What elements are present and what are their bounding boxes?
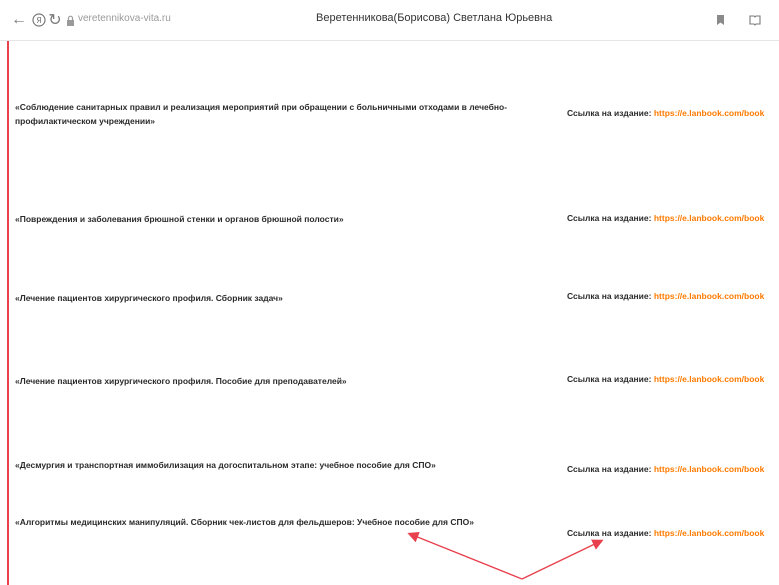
link-label: Ссылка на издание:	[567, 528, 652, 538]
back-arrow-icon[interactable]: ←	[10, 10, 28, 30]
link-label: Ссылка на издание:	[567, 464, 652, 474]
address-bar-url[interactable]: veretennikova-vita.ru	[78, 13, 171, 24]
link-label: Ссылка на издание:	[567, 374, 652, 384]
annotation-arrow	[521, 539, 604, 580]
link-label: Ссылка на издание:	[567, 213, 652, 223]
annotation-arrow	[407, 531, 523, 580]
page-title: Веретенникова(Борисова) Светлана Юрьевна	[316, 12, 553, 24]
browser-toolbar: ← Я ↻ veretennikova-vita.ru Веретенников…	[0, 0, 779, 40]
item-title: «Десмургия и транспортная иммобилизация …	[15, 460, 436, 470]
item-title: «Повреждения и заболевания брюшной стенк…	[15, 214, 344, 224]
reload-icon[interactable]: ↻	[46, 10, 64, 30]
link-url[interactable]: https://e.lanbook.com/book	[654, 464, 765, 474]
link-url[interactable]: https://e.lanbook.com/book	[654, 374, 765, 384]
item-title: «Соблюдение санитарных правил и реализац…	[15, 102, 508, 126]
link-url[interactable]: https://e.lanbook.com/book	[654, 213, 765, 223]
item-link: Ссылка на издание: https://e.lanbook.com…	[567, 528, 779, 538]
svg-text:Я: Я	[36, 16, 42, 25]
link-label: Ссылка на издание:	[567, 291, 652, 301]
bookmark-icon[interactable]	[712, 10, 728, 30]
item-link: Ссылка на издание: https://e.lanbook.com…	[567, 213, 779, 223]
reader-mode-icon[interactable]	[746, 10, 764, 30]
item-link: Ссылка на издание: https://e.lanbook.com…	[567, 108, 779, 118]
item-link: Ссылка на издание: https://e.lanbook.com…	[567, 291, 779, 301]
item-link: Ссылка на издание: https://e.lanbook.com…	[567, 464, 779, 474]
item-title: «Алгоритмы медицинских манипуляций. Сбор…	[15, 517, 474, 527]
accent-line	[7, 41, 9, 585]
lock-icon	[63, 10, 77, 30]
link-url[interactable]: https://e.lanbook.com/book	[654, 528, 765, 538]
toolbar-separator	[0, 40, 779, 41]
link-url[interactable]: https://e.lanbook.com/book	[654, 291, 765, 301]
item-title: «Лечение пациентов хирургического профил…	[15, 376, 347, 386]
link-label: Ссылка на издание:	[567, 108, 652, 118]
link-url[interactable]: https://e.lanbook.com/book	[654, 108, 765, 118]
item-title: «Лечение пациентов хирургического профил…	[15, 293, 283, 303]
item-link: Ссылка на издание: https://e.lanbook.com…	[567, 374, 779, 384]
